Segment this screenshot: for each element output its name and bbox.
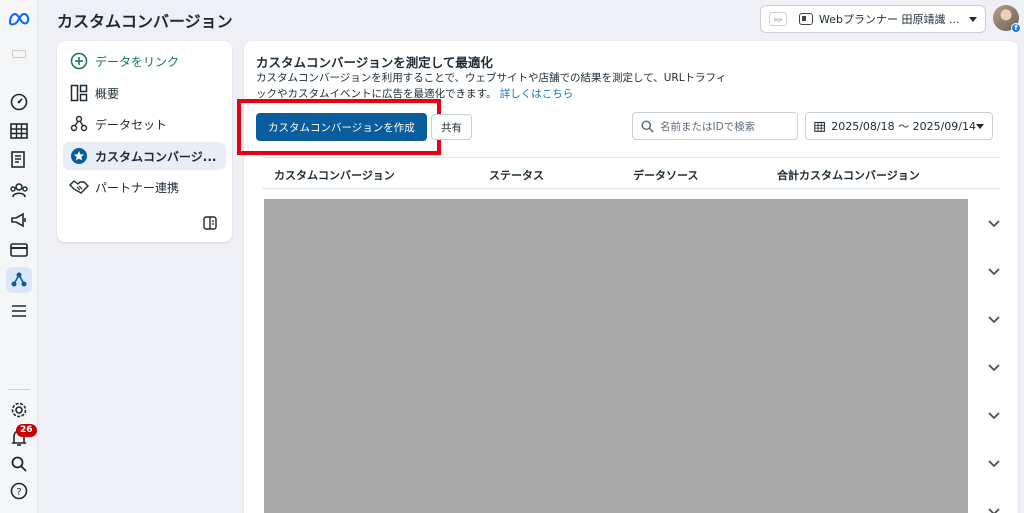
search-icon [641,119,654,133]
business-icon [799,13,813,25]
pages-icon[interactable] [6,147,32,173]
avatar[interactable]: f [993,5,1021,33]
column-header[interactable]: データソース [633,167,698,183]
facebook-icon: f [1011,23,1021,33]
chevron-down-icon[interactable] [988,309,1002,324]
date-range-value: 2025/08/18 〜 2025/09/14 [831,120,976,133]
sidebar-item-label: カスタムコンバージ... [95,149,217,164]
account-switcher[interactable]: logo Webプランナー 田原靖識 ... [760,5,986,33]
sidebar-item-label: 概要 [95,86,120,101]
chevron-down-icon[interactable] [988,213,1002,228]
handshake-icon [69,177,89,197]
menu-icon[interactable] [6,298,32,324]
account-name: Webプランナー 田原靖識 ... [819,13,960,26]
sidebar-nav: データをリンク 概要 データセット カスタムコンバージ... パートナー連携 [57,41,232,242]
main-panel: カスタムコンバージョンを測定して最適化 カスタムコンバージョンを利用することで、… [237,41,1018,513]
column-header[interactable]: ステータス [489,167,544,183]
redacted-table-rows [264,199,968,513]
dashboard-icon[interactable] [6,89,32,115]
share-button[interactable]: 共有 [431,114,472,140]
collapse-sidebar-icon[interactable] [203,215,217,230]
sidebar-item-overview[interactable]: 概要 [63,79,226,107]
megaphone-icon[interactable] [6,207,32,233]
column-header[interactable]: 合計カスタムコンバージョン [777,167,920,183]
sidebar-item-label: パートナー連携 [95,180,180,195]
meta-logo-icon[interactable] [6,6,32,32]
chevron-down-icon[interactable] [988,261,1002,276]
chevron-down-icon[interactable] [988,501,1002,513]
section-title: カスタムコンバージョンを測定して最適化 [256,55,493,70]
audience-icon[interactable] [6,177,32,203]
sidebar-item-partner-integrations[interactable]: パートナー連携 [63,173,226,201]
create-custom-conversion-button[interactable]: カスタムコンバージョンを作成 [256,113,427,141]
chevron-down-icon [969,16,977,22]
notification-badge: 26 [16,424,37,437]
dataset-icon [69,114,89,134]
search-placeholder: 名前またはIDで検索 [660,120,756,133]
chevron-down-icon [976,123,984,129]
date-range-picker[interactable]: 2025/08/18 〜 2025/09/14 [805,112,993,140]
calendar-icon [814,121,825,132]
svg-text:?: ? [16,487,21,498]
help-icon[interactable]: ? [6,478,32,504]
account-logo: logo [769,12,787,26]
section-description: カスタムコンバージョンを利用することで、ウェブサイトや店舗での結果を測定して、U… [256,70,736,102]
learn-more-link[interactable]: 詳しくはこちら [500,88,574,100]
sidebar-item-custom-conversions[interactable]: カスタムコンバージ... [63,142,226,170]
chevron-down-icon[interactable] [988,453,1002,468]
column-header[interactable]: カスタムコンバージョン [274,167,395,183]
table-icon[interactable] [6,118,32,144]
description-text: カスタムコンバージョンを利用することで、ウェブサイトや店舗での結果を測定して、U… [256,72,727,100]
plus-circle-icon [69,51,89,71]
rail-divider [8,389,30,390]
chevron-down-icon[interactable] [988,357,1002,372]
page-title: カスタムコンバージョン [57,12,233,31]
events-manager-icon[interactable] [6,267,32,293]
settings-icon[interactable] [6,397,32,423]
sidebar-item-link-data[interactable]: データをリンク [63,47,226,75]
overview-icon [69,83,89,103]
table-header: カスタムコンバージョン ステータス データソース 合計カスタムコンバージョン [262,157,1000,189]
sidebar-item-label: データをリンク [95,54,180,69]
icon-rail: 26 ? [0,0,38,513]
search-input[interactable]: 名前またはIDで検索 [632,112,798,140]
billing-icon[interactable] [6,237,32,263]
sidebar-item-datasets[interactable]: データセット [63,110,226,138]
chevron-down-icon[interactable] [988,405,1002,420]
search-icon[interactable] [6,451,32,477]
business-logo-icon[interactable] [6,41,32,67]
sidebar-item-label: データセット [95,117,168,132]
star-icon [69,146,89,166]
